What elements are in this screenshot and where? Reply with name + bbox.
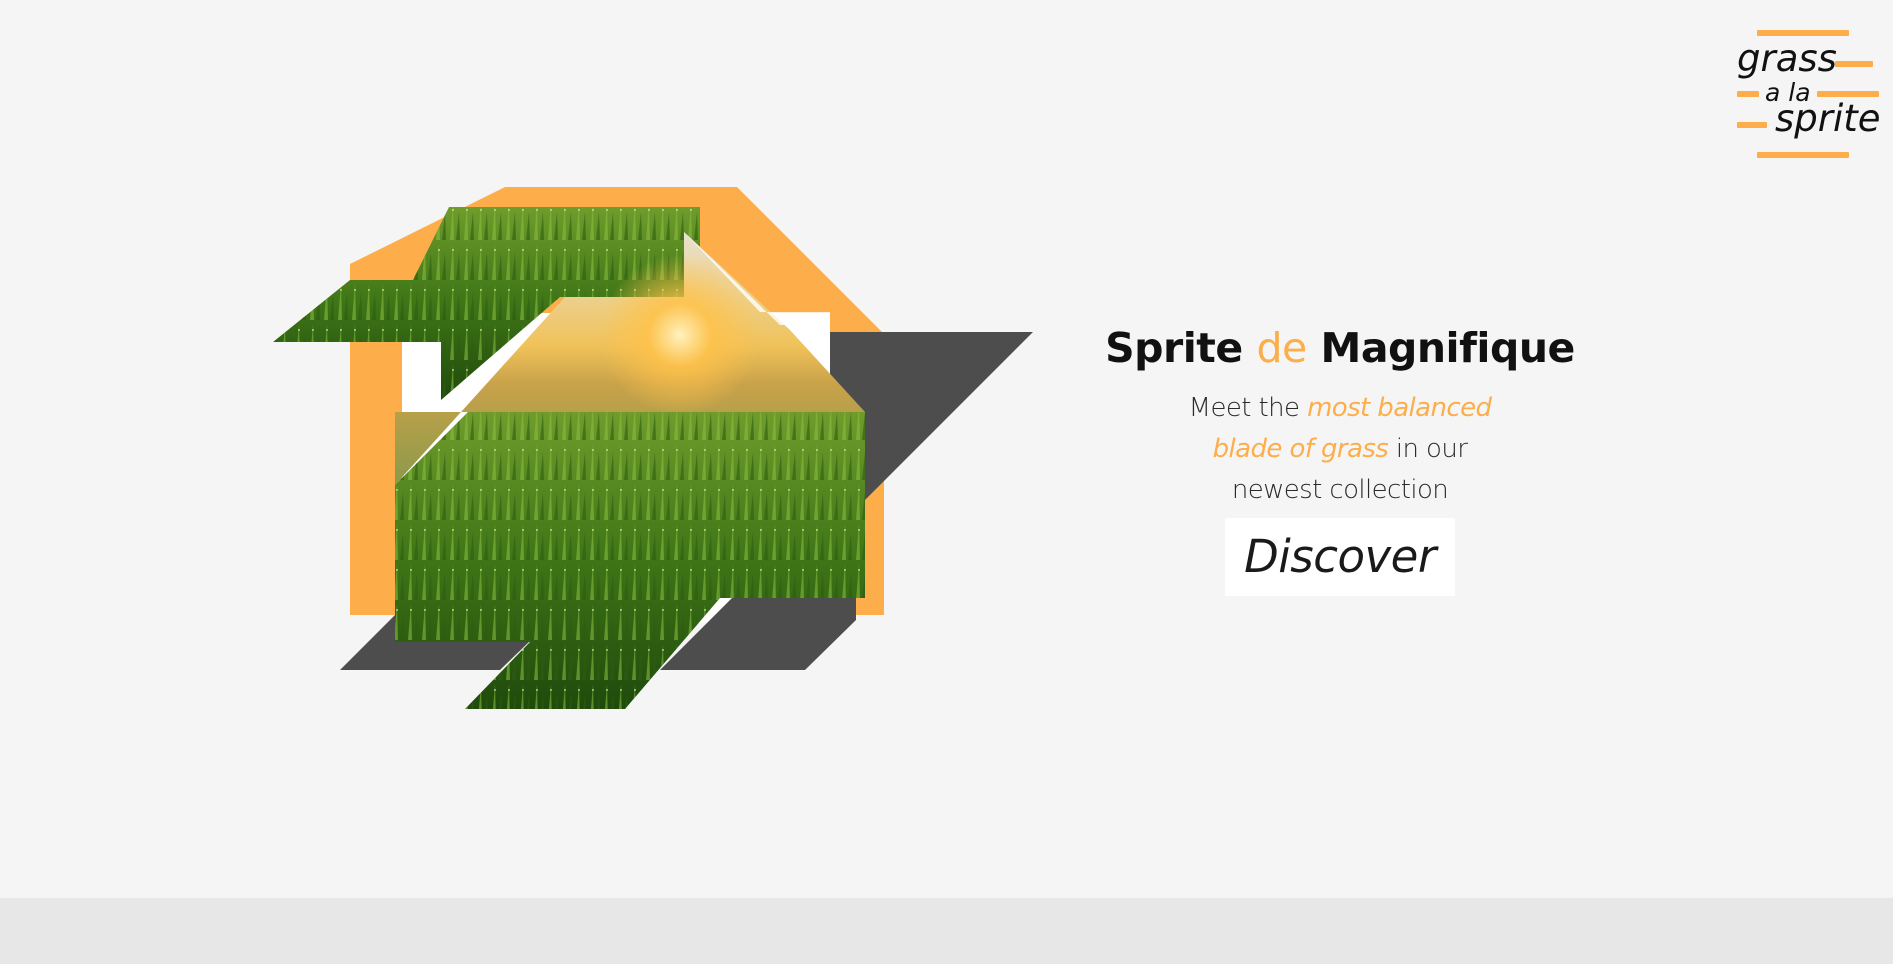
landing-page: grass a la sprite Sprite de Magnifique M…: [0, 0, 1893, 964]
hero-section: Sprite de Magnifique Meet the most balan…: [1060, 318, 1620, 596]
logo-bar: [1737, 122, 1767, 128]
tagline-highlight: most balanced: [1307, 393, 1492, 423]
logo-word-grass: grass: [1737, 37, 1837, 80]
tagline-text: in our: [1395, 434, 1468, 464]
hero-title-accent: de: [1256, 324, 1308, 372]
hero-title: Sprite de Magnifique: [1060, 318, 1620, 378]
hero-tagline: Meet the most balanced blade of grass in…: [1175, 388, 1505, 511]
tagline-text: Meet the: [1188, 393, 1300, 423]
logo-bar: [1737, 91, 1759, 97]
tagline-text: newest collection: [1231, 475, 1449, 505]
discover-button[interactable]: Discover: [1225, 518, 1455, 596]
hero-title-part2: Magnifique: [1320, 324, 1576, 372]
logo-bar: [1757, 152, 1849, 158]
tagline-highlight: blade of grass: [1212, 434, 1389, 464]
logo-bar: [1835, 61, 1873, 67]
hero-title-part1: Sprite: [1105, 324, 1243, 372]
brand-logo[interactable]: grass a la sprite: [1733, 28, 1883, 163]
logo-word-sprite: sprite: [1775, 97, 1881, 140]
logo-bar: [1757, 30, 1849, 36]
footer-bar: [0, 898, 1893, 964]
